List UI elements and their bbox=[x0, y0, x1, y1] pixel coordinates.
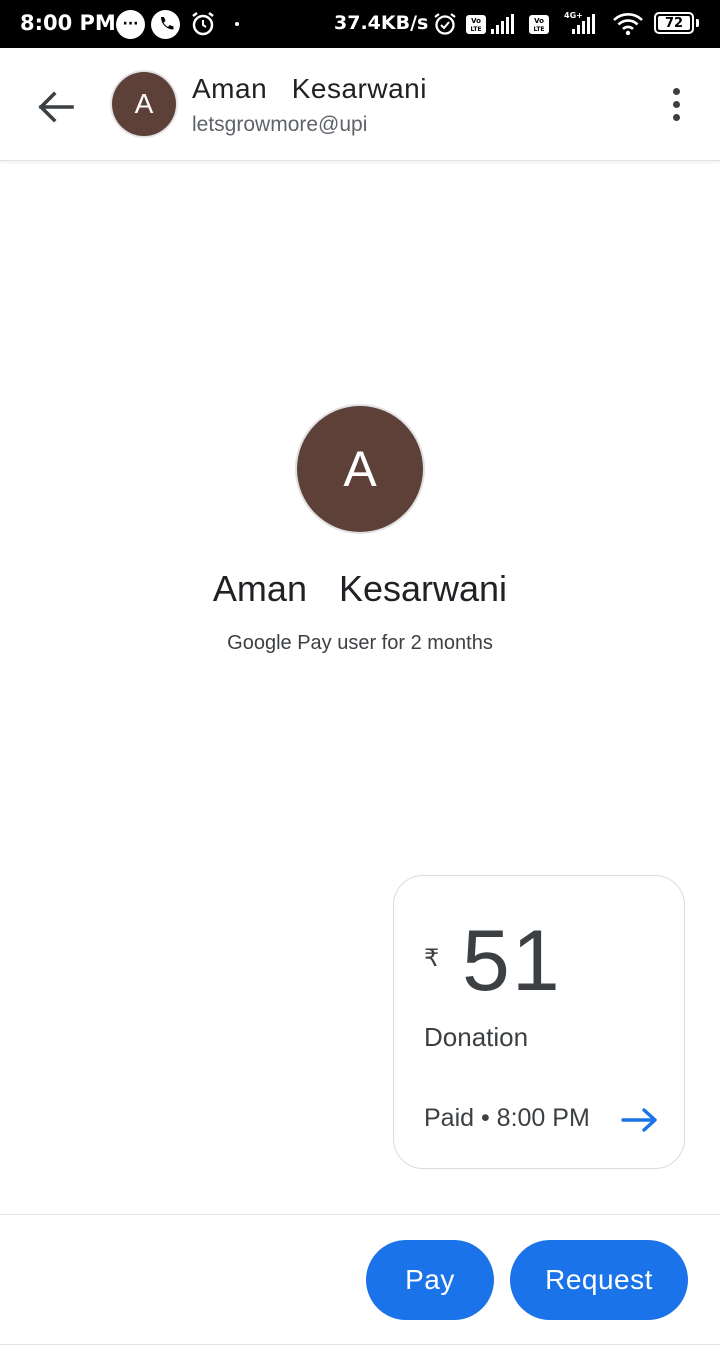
wifi-icon bbox=[612, 10, 644, 38]
status-time: 8:00 PM bbox=[20, 11, 116, 35]
profile-avatar: A bbox=[297, 406, 423, 532]
battery-icon: 72 bbox=[654, 12, 694, 34]
arrow-right-icon[interactable] bbox=[620, 1102, 660, 1138]
payment-card[interactable]: ₹ 51 Donation Paid • 8:00 PM bbox=[393, 875, 685, 1169]
nav-divider bbox=[0, 1344, 720, 1345]
app-bar: A Aman Kesarwani letsgrowmore@upi bbox=[0, 48, 720, 161]
alarm-clock-icon bbox=[433, 10, 457, 38]
phone-call-icon bbox=[151, 10, 180, 39]
signal-icon: Vo LTE 4G+ bbox=[528, 10, 604, 38]
notification-dot-icon bbox=[235, 22, 239, 26]
svg-text:LTE: LTE bbox=[533, 26, 544, 33]
network-speed: 37.4KB/s bbox=[334, 12, 429, 34]
svg-text:Vo: Vo bbox=[471, 17, 481, 25]
status-bar: 8:00 PM ··· 37.4KB/s Vo LTE Vo LTE 4G+ 72 bbox=[0, 0, 720, 48]
profile-name: Aman Kesarwani bbox=[212, 568, 508, 609]
profile-subtitle: Google Pay user for 2 months bbox=[227, 632, 493, 654]
svg-text:Vo: Vo bbox=[534, 17, 544, 25]
pay-button[interactable]: Pay bbox=[366, 1240, 494, 1320]
battery-tip bbox=[696, 19, 699, 27]
svg-text:LTE: LTE bbox=[470, 26, 481, 33]
more-vert-icon bbox=[672, 113, 680, 121]
more-options-button[interactable] bbox=[660, 84, 692, 124]
chat-bubble-icon: ··· bbox=[116, 10, 145, 39]
request-button[interactable]: Request bbox=[510, 1240, 688, 1320]
battery-level: 72 bbox=[658, 16, 690, 31]
payment-amount: 51 bbox=[462, 913, 562, 1009]
avatar[interactable]: A bbox=[112, 72, 176, 136]
upi-id: letsgrowmore@upi bbox=[192, 113, 368, 136]
alarm-icon bbox=[190, 10, 216, 38]
volte-icon: Vo LTE bbox=[465, 10, 523, 38]
currency-symbol: ₹ bbox=[424, 945, 440, 972]
payment-note: Donation bbox=[424, 1022, 529, 1052]
more-vert-icon bbox=[672, 87, 680, 95]
contact-name: Aman Kesarwani bbox=[192, 73, 427, 104]
more-vert-icon bbox=[672, 100, 680, 108]
back-button[interactable] bbox=[30, 81, 82, 133]
bottom-divider bbox=[0, 1214, 720, 1215]
network-type-label: 4G+ bbox=[564, 11, 583, 20]
payment-status: Paid • 8:00 PM bbox=[424, 1104, 590, 1132]
back-arrow-icon bbox=[38, 91, 74, 123]
